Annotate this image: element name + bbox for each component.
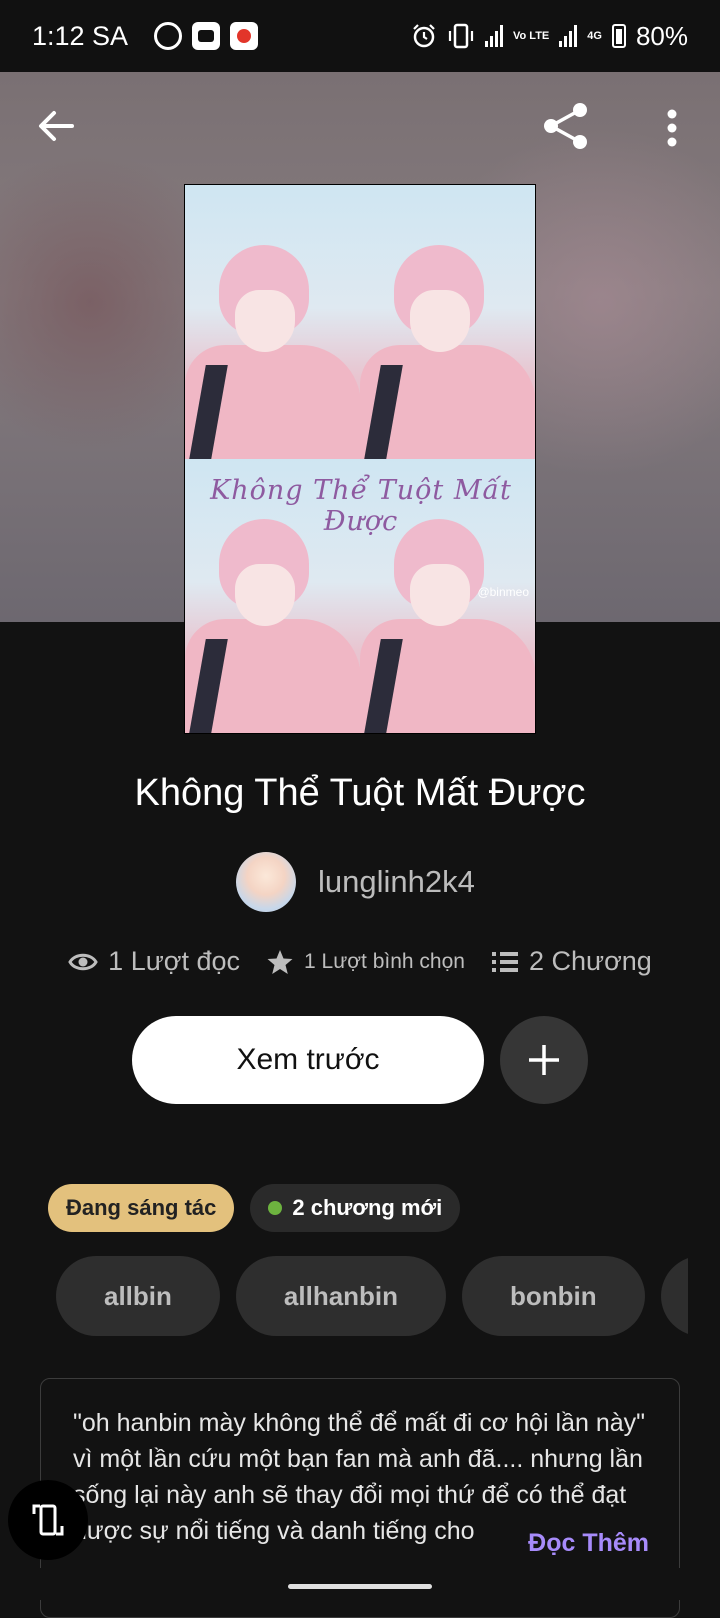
story-cover[interactable]: Không Thể Tuột Mất Được @binmeo (184, 184, 536, 734)
status-bar: 1:12 SA Vo LTE 4G 80% (0, 0, 720, 72)
battery-percent: 80% (635, 20, 688, 51)
back-button[interactable] (34, 104, 78, 148)
signal-icon (559, 25, 578, 47)
story-stats: 1 Lượt đọc 1 Lượt bình chọn 2 Chương (0, 946, 720, 977)
share-icon (544, 103, 587, 149)
volte-label: Vo LTE (513, 29, 550, 42)
votes-count: 1 Lượt bình chọn (304, 949, 465, 973)
preview-button[interactable]: Xem trước (132, 1016, 484, 1104)
add-to-library-button[interactable] (500, 1016, 588, 1104)
reads-count: 1 Lượt đọc (108, 946, 241, 976)
more-vert-icon (667, 109, 677, 147)
eye-icon (68, 953, 98, 970)
status-notification-icons (154, 22, 259, 50)
new-dot-icon (268, 1201, 283, 1215)
cover-image-tile (360, 185, 535, 459)
story-title: Không Thể Tuột Mất Được (134, 772, 586, 814)
vibrate-icon (448, 23, 474, 49)
cover-title-text: Không Thể Tuột Mất Được (210, 475, 512, 537)
rotate-screen-button[interactable] (8, 1480, 88, 1560)
battery-icon (611, 24, 626, 48)
stat-votes: 1 Lượt bình chọn (266, 948, 465, 976)
star-icon (267, 949, 293, 974)
signal-icon (485, 25, 503, 47)
read-more-link[interactable]: Đọc Thêm (516, 1529, 649, 1558)
tag-list: allbin allhanbin bonbin chan (56, 1256, 688, 1338)
stat-chapters: 2 Chương (491, 946, 652, 977)
new-chapters-label: 2 chương mới (292, 1195, 443, 1220)
alarm-icon (413, 24, 435, 48)
more-options-button[interactable] (652, 104, 692, 152)
tag-chip[interactable]: allhanbin (235, 1256, 447, 1336)
back-arrow-icon (39, 111, 74, 141)
tag-chip[interactable]: bonbin (462, 1256, 645, 1336)
plus-icon (529, 1045, 559, 1075)
list-icon (491, 951, 518, 972)
status-badge: Đang sáng tác (48, 1184, 235, 1232)
status-system-icons: Vo LTE 4G 80% (411, 21, 688, 52)
story-badges: Đang sáng tác 2 chương mới (48, 1184, 461, 1232)
share-button[interactable] (540, 100, 592, 152)
cover-image-tile (185, 185, 360, 459)
app-notification-icon (192, 22, 221, 50)
description-text: "oh hanbin mày không thể để mất đi cơ hộ… (73, 1409, 645, 1545)
app-notification-icon (154, 22, 183, 50)
gesture-nav-handle[interactable] (288, 1584, 432, 1589)
author-link[interactable]: lunglinh2k4 (236, 852, 475, 912)
new-chapters-badge: 2 chương mới (250, 1184, 461, 1232)
status-time: 1:12 SA (32, 20, 129, 51)
cover-watermark: @binmeo (477, 585, 529, 599)
author-avatar (236, 852, 296, 912)
app-notification-icon (230, 22, 259, 50)
rotate-icon (32, 1504, 64, 1536)
network-type-label: 4G (587, 29, 602, 42)
tag-chip[interactable]: chan (660, 1256, 688, 1336)
stat-reads: 1 Lượt đọc (68, 946, 240, 977)
tag-chip[interactable]: allbin (56, 1256, 220, 1336)
author-name: lunglinh2k4 (318, 864, 475, 899)
chapters-count: 2 Chương (528, 946, 652, 976)
